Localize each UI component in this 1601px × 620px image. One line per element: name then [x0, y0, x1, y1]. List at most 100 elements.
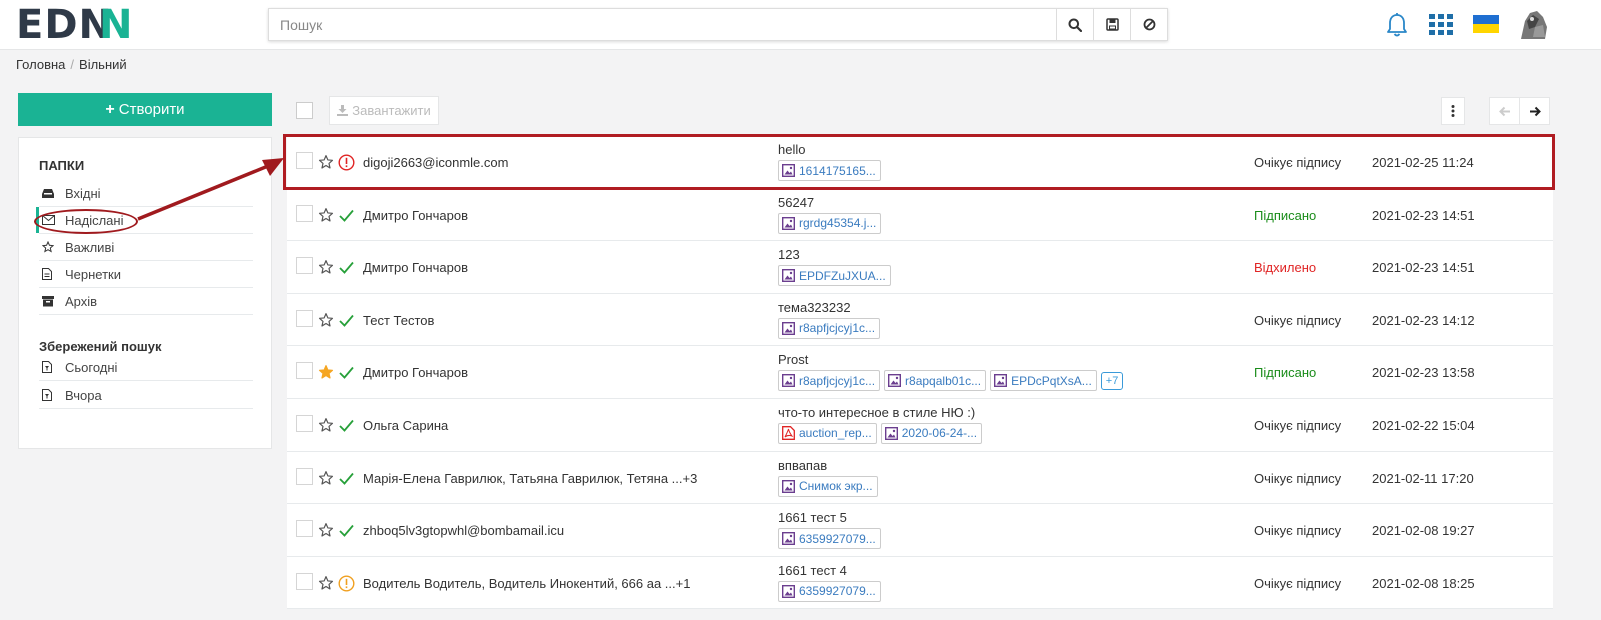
archive-icon — [39, 295, 65, 307]
row-checkbox[interactable] — [296, 309, 313, 327]
message-row[interactable]: Дмитро Гончаров 123 EPDFZuJXUA... Відхилено… — [287, 241, 1553, 294]
message-status: Очікує підпису — [1254, 312, 1342, 328]
previous-page-button[interactable] — [1489, 97, 1520, 125]
attachment-chip[interactable]: 1614175165... — [778, 160, 881, 181]
message-row[interactable]: Дмитро Гончаров 56247 rgrdg45354.j... Підпи… — [287, 188, 1553, 242]
attachment-name: r8apfjcjcyj1c... — [799, 321, 876, 336]
edin-logo[interactable]: ED N N — [16, 2, 134, 48]
message-row[interactable]: zhboq5lv3gtopwhl@bombamail.icu 1661 тест … — [287, 504, 1553, 557]
row-checkbox[interactable] — [296, 520, 313, 538]
search-bar — [268, 8, 1168, 41]
star-outline-icon[interactable] — [318, 207, 334, 223]
clear-search-button[interactable] — [1130, 9, 1167, 40]
sidebar-item-label: Важливі — [65, 239, 115, 255]
search-input[interactable] — [269, 9, 1056, 40]
attachment-chip[interactable]: Снимок экр... — [778, 475, 878, 497]
image-file-icon — [782, 374, 795, 388]
row-checkbox[interactable] — [296, 467, 313, 485]
attachment-name: r8apfjcjcyj1c... — [799, 373, 876, 388]
bell-icon — [1387, 13, 1407, 37]
star-outline-icon[interactable] — [318, 154, 334, 170]
message-sender: Дмитро Гончаров — [363, 365, 468, 381]
sidebar-item-label: Вчора — [65, 387, 102, 403]
row-checkbox[interactable] — [296, 414, 313, 432]
sidebar-item-sent[interactable]: Надіслані — [36, 207, 253, 234]
saved-search-today[interactable]: Сьогодні — [39, 354, 253, 381]
attachment-name: 2020-06-24-... — [901, 426, 978, 441]
download-icon — [337, 105, 349, 116]
checkmark-icon — [338, 364, 355, 381]
message-date: 2021-02-25 11:24 — [1372, 155, 1474, 170]
message-subject: 1661 тест 4 — [778, 562, 847, 578]
star-outline-icon[interactable] — [318, 312, 334, 328]
attachment-name: auction_rep... — [799, 426, 872, 441]
more-options-button[interactable] — [1441, 97, 1465, 125]
row-checkbox[interactable] — [296, 204, 313, 222]
image-file-icon — [884, 426, 898, 440]
sidebar-item-label: Надіслані — [65, 212, 124, 228]
message-status: Очікує підпису — [1254, 470, 1342, 486]
attachment-chip[interactable]: EPDcPqtXsA... — [990, 370, 1097, 392]
message-status: Підписано — [1254, 207, 1317, 223]
message-row[interactable]: digoji2663@iconmle.com hello 1614175165...… — [287, 136, 1553, 189]
star-filled-icon[interactable] — [318, 364, 334, 380]
message-date: 2021-02-22 15:04 — [1372, 417, 1475, 433]
file-filter-icon — [39, 361, 65, 373]
message-subject: hello — [778, 142, 806, 157]
attachment-chip[interactable]: auction_rep... — [778, 422, 877, 444]
row-checkbox[interactable] — [296, 362, 313, 380]
create-button[interactable]: + Створити — [18, 93, 272, 126]
more-attachments-badge[interactable]: +7 — [1100, 372, 1124, 391]
star-outline-icon[interactable] — [318, 417, 334, 433]
message-row[interactable]: Дмитро Гончаров Prost r8apfjcjcyj1c... r8ap… — [287, 346, 1553, 399]
star-outline-icon[interactable] — [318, 470, 334, 486]
message-sender: zhboq5lv3gtopwhl@bombamail.icu — [363, 523, 565, 539]
breadcrumb-current: Вільний — [79, 57, 127, 72]
attachment-chip[interactable]: 2020-06-24-... — [880, 422, 983, 444]
attachment-chip[interactable]: 6359927079... — [778, 528, 881, 550]
row-checkbox[interactable] — [296, 257, 313, 275]
message-sender: Дмитро Гончаров — [363, 260, 468, 276]
sidebar-item-archive[interactable]: Архів — [39, 288, 253, 315]
sidebar-item-important[interactable]: Важливі — [39, 234, 253, 261]
attachments-list: auction_rep... 2020-06-24-... — [778, 422, 983, 444]
message-row[interactable]: Марія-Елена Гаврилюк, Татьяна Гаврилюк, … — [287, 451, 1553, 505]
download-button[interactable]: Завантажити — [329, 96, 439, 125]
attachment-chip[interactable]: r8apfjcjcyj1c... — [778, 317, 881, 339]
attachment-chip[interactable]: rgrdg45354.j... — [778, 212, 882, 234]
search-button[interactable] — [1056, 9, 1093, 40]
image-file-icon — [782, 584, 795, 598]
notifications-button[interactable] — [1384, 11, 1410, 39]
attachment-chip[interactable]: EPDFZuJXUA... — [778, 265, 891, 287]
file-filter-icon — [39, 389, 65, 401]
message-date: 2021-02-23 14:51 — [1372, 260, 1475, 276]
message-row[interactable]: Ольга Сарина что-то интересное в стиле НЮ… — [287, 398, 1553, 452]
message-row[interactable]: Водитель Водитель, Водитель Инокентий, 6… — [287, 556, 1553, 610]
apps-button[interactable] — [1429, 13, 1453, 37]
message-status: Очікує підпису — [1254, 155, 1342, 170]
sidebar-item-inbox[interactable]: Вхідні — [39, 180, 253, 207]
checkmark-icon — [338, 522, 355, 539]
breadcrumb-home-link[interactable]: Головна — [16, 57, 65, 72]
language-switch[interactable] — [1473, 14, 1499, 34]
image-file-icon — [782, 269, 795, 283]
row-checkbox[interactable] — [296, 152, 313, 169]
row-checkbox[interactable] — [296, 572, 313, 590]
star-outline-icon[interactable] — [318, 575, 334, 591]
saved-search-yesterday[interactable]: Вчора — [39, 382, 253, 409]
select-all-checkbox[interactable] — [296, 102, 313, 119]
next-page-button[interactable] — [1520, 97, 1550, 125]
vertical-ellipsis-icon — [1451, 105, 1455, 117]
user-avatar[interactable] — [1517, 7, 1551, 41]
arrow-left-icon — [1498, 106, 1510, 116]
star-outline-icon[interactable] — [318, 259, 334, 275]
top-navbar: ED N N — [0, 0, 1601, 50]
attachment-chip[interactable]: r8apqalb01c... — [884, 370, 987, 392]
star-outline-icon[interactable] — [318, 522, 334, 538]
sidebar-item-drafts[interactable]: Чернетки — [39, 261, 253, 288]
attachment-chip[interactable]: 6359927079... — [778, 580, 881, 602]
message-sender: digoji2663@iconmle.com — [363, 155, 509, 170]
save-search-button[interactable] — [1093, 9, 1130, 40]
attachment-chip[interactable]: r8apfjcjcyj1c... — [778, 370, 881, 392]
message-row[interactable]: Тест Тестов тема323232 r8apfjcjcyj1c... Очі… — [287, 293, 1553, 347]
